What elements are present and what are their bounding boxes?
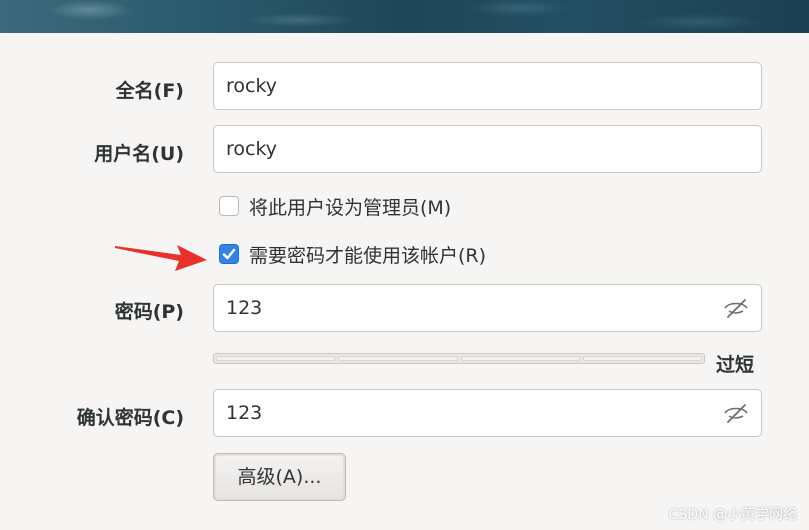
require-password-checkbox-label: 需要密码才能使用该帐户(R) (249, 245, 487, 267)
password-label: 密码(P) (114, 301, 184, 323)
red-arrow-icon (115, 245, 207, 271)
password-value: 123 (226, 297, 263, 319)
fullname-value: rocky (226, 75, 278, 97)
checkmark-icon (222, 248, 236, 260)
confirm-password-field[interactable]: 123 (213, 389, 762, 437)
confirm-password-label: 确认密码(C) (76, 407, 184, 429)
strength-segment (460, 356, 580, 361)
eye-slash-icon[interactable] (723, 402, 749, 424)
strength-segment (216, 356, 336, 361)
username-field[interactable]: rocky (213, 125, 762, 173)
strength-segment (582, 356, 702, 361)
confirm-password-value: 123 (226, 402, 263, 424)
fullname-label: 全名(F) (115, 80, 184, 102)
watermark: CSDN @小黄学网络 (668, 507, 797, 523)
fullname-field[interactable]: rocky (213, 62, 762, 110)
advanced-button[interactable]: 高级(A)... (213, 453, 346, 501)
password-strength-meter (213, 353, 705, 364)
require-password-checkbox[interactable] (219, 244, 239, 264)
password-field[interactable]: 123 (213, 284, 762, 332)
username-value: rocky (226, 138, 278, 160)
strength-segment (338, 356, 458, 361)
username-label: 用户名(U) (94, 143, 184, 165)
password-strength-label: 过短 (716, 354, 755, 376)
eye-slash-icon[interactable] (723, 297, 749, 319)
admin-checkbox-label: 将此用户设为管理员(M) (249, 197, 452, 219)
header-banner (0, 0, 809, 33)
admin-checkbox[interactable] (219, 196, 239, 216)
